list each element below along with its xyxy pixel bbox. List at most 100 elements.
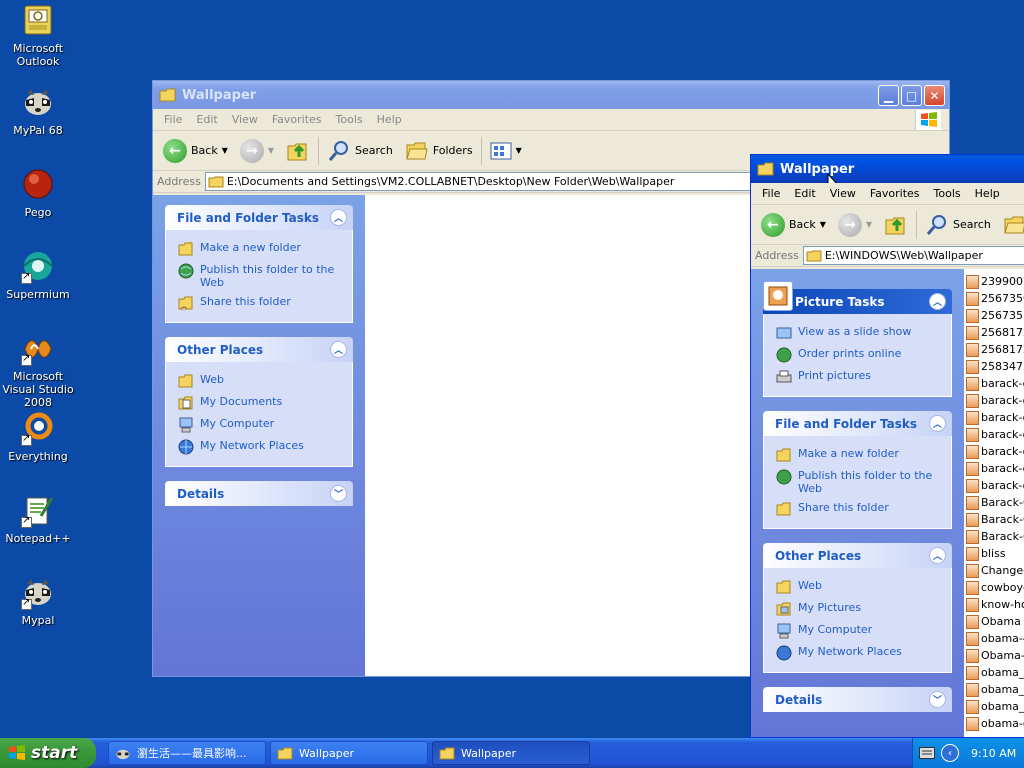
- file-list-item[interactable]: know-hop: [964, 596, 1024, 613]
- share-folder-link[interactable]: Share this folder: [776, 498, 941, 520]
- place-my-network-link[interactable]: My Network Places: [178, 436, 342, 458]
- desktop-icon-supermium[interactable]: Supermium: [0, 250, 78, 301]
- folders-button[interactable]: [997, 209, 1024, 241]
- start-button[interactable]: start: [0, 738, 96, 768]
- file-list-item[interactable]: bliss: [964, 545, 1024, 562]
- expand-chevron-icon[interactable]: ﹀: [929, 691, 946, 708]
- place-web-link[interactable]: Web: [776, 576, 941, 598]
- panel-header[interactable]: Other Places ︿: [165, 337, 353, 362]
- file-list-item[interactable]: barack-o: [964, 426, 1024, 443]
- collapse-chevron-icon[interactable]: ︿: [929, 293, 946, 310]
- back-button[interactable]: ← Back ▼: [157, 135, 234, 167]
- order-prints-link[interactable]: Order prints online: [776, 344, 941, 366]
- menu-edit[interactable]: Edit: [189, 113, 224, 126]
- taskbar-button-browser[interactable]: 瀏生活——最具影响...: [108, 741, 266, 765]
- file-list-item[interactable]: barack-o: [964, 409, 1024, 426]
- panel-header[interactable]: Details ﹀: [763, 687, 952, 712]
- file-list-item[interactable]: Barack-C: [964, 494, 1024, 511]
- file-list-item[interactable]: 2567351: [964, 307, 1024, 324]
- menu-tools[interactable]: Tools: [927, 187, 968, 200]
- expand-chevron-icon[interactable]: ﹀: [330, 485, 347, 502]
- menu-favorites[interactable]: Favorites: [265, 113, 329, 126]
- share-folder-link[interactable]: Share this folder: [178, 292, 342, 314]
- menu-view[interactable]: View: [225, 113, 265, 126]
- place-my-pictures-link[interactable]: My Pictures: [776, 598, 941, 620]
- maximize-button[interactable]: □: [901, 85, 922, 106]
- forward-button[interactable]: → ▼: [234, 135, 280, 167]
- place-web-link[interactable]: Web: [178, 370, 342, 392]
- title-bar[interactable]: Wallpaper ▁ □ ✕: [153, 81, 949, 109]
- place-my-network-link[interactable]: My Network Places: [776, 642, 941, 664]
- taskbar-button-wallpaper-1[interactable]: Wallpaper: [270, 741, 428, 765]
- menu-favorites[interactable]: Favorites: [863, 187, 927, 200]
- clock[interactable]: 9:10 AM: [971, 747, 1016, 760]
- folders-button[interactable]: Folders: [399, 135, 479, 167]
- file-list-item[interactable]: Change-: [964, 562, 1024, 579]
- menu-file[interactable]: File: [755, 187, 787, 200]
- place-my-computer-link[interactable]: My Computer: [776, 620, 941, 642]
- place-my-documents-link[interactable]: My Documents: [178, 392, 342, 414]
- file-list-item[interactable]: 2583473: [964, 358, 1024, 375]
- file-list-item[interactable]: obama-4: [964, 630, 1024, 647]
- collapse-chevron-icon[interactable]: ︿: [929, 547, 946, 564]
- menu-file[interactable]: File: [157, 113, 189, 126]
- file-list-item[interactable]: 2399007: [964, 273, 1024, 290]
- make-new-folder-link[interactable]: Make a new folder: [776, 444, 941, 466]
- panel-header[interactable]: Details ﹀: [165, 481, 353, 506]
- close-button[interactable]: ✕: [924, 85, 945, 106]
- panel-header[interactable]: Picture Tasks ︿: [763, 281, 952, 314]
- up-folder-button[interactable]: [280, 135, 316, 167]
- file-list-item[interactable]: 2568172: [964, 341, 1024, 358]
- file-list-item[interactable]: obama-c: [964, 715, 1024, 732]
- file-list-item[interactable]: barack-o: [964, 460, 1024, 477]
- menu-view[interactable]: View: [823, 187, 863, 200]
- file-list-item[interactable]: Obama-2: [964, 647, 1024, 664]
- back-button[interactable]: ← Back ▼: [755, 209, 832, 241]
- file-list-item[interactable]: obama_f: [964, 698, 1024, 715]
- publish-folder-link[interactable]: Publish this folder to the Web: [776, 466, 941, 498]
- file-list-item[interactable]: obama_f: [964, 681, 1024, 698]
- file-list-view[interactable]: 2399007 2567350 2567351 2568172 2568172 25834…: [964, 269, 1024, 737]
- collapse-chevron-icon[interactable]: ︿: [330, 341, 347, 358]
- file-list-item[interactable]: Obama: [964, 613, 1024, 630]
- desktop-icon-visual-studio[interactable]: Microsoft Visual Studio 2008: [0, 332, 78, 409]
- file-list-item[interactable]: barack-o: [964, 443, 1024, 460]
- keyboard-icon[interactable]: [919, 747, 935, 759]
- panel-header[interactable]: Other Places ︿: [763, 543, 952, 568]
- desktop-icon-pego[interactable]: Pego: [0, 168, 78, 219]
- dropdown-icon[interactable]: ▼: [820, 220, 826, 229]
- collapse-chevron-icon[interactable]: ︿: [330, 209, 347, 226]
- file-list-item[interactable]: Barack-C: [964, 528, 1024, 545]
- desktop-icon-mypal68[interactable]: MyPal 68: [0, 86, 78, 137]
- dropdown-icon[interactable]: ▼: [222, 146, 228, 155]
- forward-button[interactable]: → ▼: [832, 209, 878, 241]
- print-pictures-link[interactable]: Print pictures: [776, 366, 941, 388]
- views-button[interactable]: ▼: [484, 135, 528, 167]
- file-list-item[interactable]: Barack-C: [964, 511, 1024, 528]
- panel-header[interactable]: File and Folder Tasks ︿: [763, 411, 952, 436]
- slide-show-link[interactable]: View as a slide show: [776, 322, 941, 344]
- dropdown-icon[interactable]: ▼: [866, 220, 872, 229]
- file-list-item[interactable]: cowboy-: [964, 579, 1024, 596]
- address-input[interactable]: E:\WINDOWS\Web\Wallpaper: [802, 246, 1024, 265]
- menu-help[interactable]: Help: [968, 187, 1007, 200]
- tray-expand-icon[interactable]: ‹: [941, 744, 959, 762]
- title-bar[interactable]: Wallpaper: [751, 155, 1024, 191]
- desktop-icon-outlook[interactable]: Microsoft Outlook: [0, 4, 78, 68]
- search-button[interactable]: Search: [321, 135, 399, 167]
- panel-header[interactable]: File and Folder Tasks ︿: [165, 205, 353, 230]
- dropdown-icon[interactable]: ▼: [268, 146, 274, 155]
- make-new-folder-link[interactable]: Make a new folder: [178, 238, 342, 260]
- desktop-icon-everything[interactable]: Everything: [0, 412, 78, 463]
- search-button[interactable]: Search: [919, 209, 997, 241]
- place-my-computer-link[interactable]: My Computer: [178, 414, 342, 436]
- menu-edit[interactable]: Edit: [787, 187, 822, 200]
- file-list-item[interactable]: 2568172: [964, 324, 1024, 341]
- file-list-item[interactable]: barack-o: [964, 477, 1024, 494]
- file-list-item[interactable]: barack-o: [964, 392, 1024, 409]
- menu-tools[interactable]: Tools: [329, 113, 370, 126]
- file-list-item[interactable]: 2567350: [964, 290, 1024, 307]
- file-list-item[interactable]: barack-o: [964, 375, 1024, 392]
- collapse-chevron-icon[interactable]: ︿: [929, 415, 946, 432]
- desktop-icon-notepadpp[interactable]: Notepad++: [0, 494, 78, 545]
